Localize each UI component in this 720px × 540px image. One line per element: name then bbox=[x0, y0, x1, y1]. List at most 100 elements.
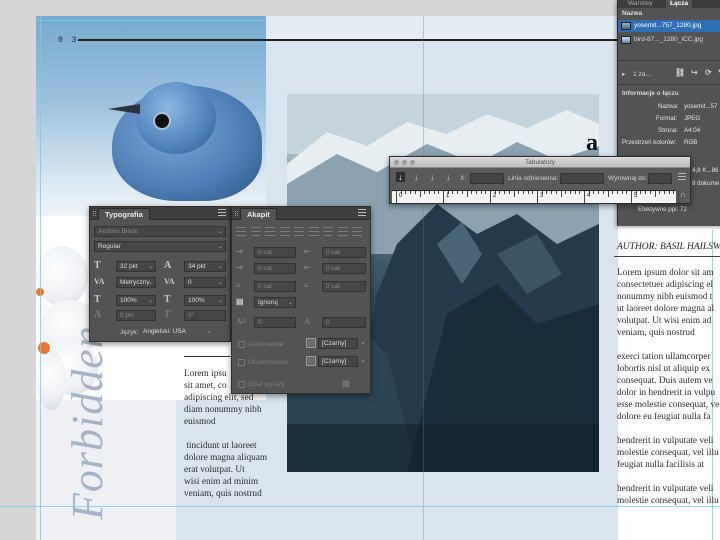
text-line: molestie consequat, vel illu bbox=[617, 448, 719, 458]
chevron-down-icon[interactable]: ⌄ bbox=[218, 243, 223, 251]
hyphenate-checkbox[interactable] bbox=[238, 381, 245, 388]
disclosure-icon[interactable]: ▸ bbox=[622, 71, 625, 78]
character-panel[interactable]: Typografia Archivo Black ⌄ Regular ⌄ T 32 … bbox=[89, 206, 231, 342]
relink-icon[interactable]: ⛓ bbox=[675, 68, 685, 78]
bird-head bbox=[136, 82, 216, 154]
guide-horizontal[interactable] bbox=[36, 20, 266, 21]
drop-letter[interactable]: a bbox=[586, 130, 598, 157]
horizontal-scale-field[interactable]: 100% ⌄ bbox=[184, 295, 226, 306]
author-line[interactable]: AUTHOR: BASIL HAILSWA bbox=[617, 242, 720, 252]
text-line: wisi enim ad minim bbox=[184, 477, 259, 487]
chevron-down-icon[interactable]: ⌄ bbox=[148, 279, 153, 287]
guide-horizontal[interactable] bbox=[0, 506, 720, 507]
paragraph-align-button[interactable] bbox=[352, 227, 362, 236]
vertical-scale-field[interactable]: 100% ⌄ bbox=[116, 295, 156, 306]
first-line-indent-field[interactable]: 0 cal bbox=[254, 263, 296, 274]
drop-cap-chars-field[interactable]: 0 bbox=[322, 317, 366, 328]
chevron-down-icon[interactable]: ⌄ bbox=[207, 328, 212, 337]
paragraph-align-button[interactable] bbox=[323, 227, 333, 236]
chevron-down-icon[interactable]: ⌄ bbox=[218, 279, 223, 287]
goto-link-icon[interactable]: ↪ bbox=[691, 68, 698, 78]
link-row-selected[interactable]: yosemit...757_1280.jpg bbox=[618, 20, 720, 32]
center-tab-icon[interactable]: ↓ bbox=[414, 172, 419, 182]
paragraph-panel[interactable]: Akapit ⇥ 0 cal ⇤ 0 cal ⇥ 0 cal ⇤ 0 cal ≡… bbox=[231, 206, 371, 394]
chevron-down-icon[interactable]: ⌄ bbox=[288, 299, 293, 307]
grip-icon[interactable] bbox=[93, 211, 96, 216]
chevron-down-icon[interactable]: ⌄ bbox=[360, 338, 368, 346]
skew-field[interactable]: 0° bbox=[184, 310, 226, 321]
paragraph-align-button[interactable] bbox=[308, 227, 319, 236]
align-on-field[interactable] bbox=[648, 173, 672, 184]
panel-menu-icon[interactable] bbox=[678, 173, 686, 180]
font-size-field[interactable]: 32 pkt ⌄ bbox=[116, 261, 156, 272]
panel-menu-icon[interactable] bbox=[218, 209, 226, 216]
font-family-field[interactable]: Archivo Black ⌄ bbox=[94, 226, 226, 237]
paragraph-align-button[interactable] bbox=[279, 227, 290, 236]
skew-icon: T bbox=[164, 309, 171, 320]
vertical-title[interactable]: Forbidden bbox=[62, 325, 113, 520]
left-tab-icon[interactable]: ↓ bbox=[396, 172, 405, 182]
leader-field[interactable] bbox=[560, 173, 604, 184]
font-style-field[interactable]: Regular ⌄ bbox=[94, 241, 226, 252]
link-filename: bird-87..._1280_ICC.jpg bbox=[634, 36, 704, 43]
tab-ruler[interactable]: 0 1 2 3 4 5 bbox=[392, 190, 679, 203]
link-row[interactable]: bird-87..._1280_ICC.jpg bbox=[618, 34, 720, 46]
guide-vertical[interactable] bbox=[423, 16, 424, 540]
tab-character[interactable]: Typografia bbox=[98, 208, 150, 220]
last-line-indent-field[interactable]: 0 cal bbox=[322, 263, 366, 274]
tab-paragraph[interactable]: Akapit bbox=[240, 208, 277, 220]
links-column-header[interactable]: Nazwa bbox=[622, 10, 642, 17]
chevron-down-icon[interactable]: ⌄ bbox=[218, 228, 223, 236]
border-color-icon[interactable] bbox=[306, 356, 316, 366]
guide-vertical[interactable] bbox=[40, 16, 41, 540]
right-tab-icon[interactable]: ↓ bbox=[430, 172, 435, 182]
magnet-icon[interactable]: ∩ bbox=[680, 190, 686, 200]
right-text-frame[interactable]: Lorem ipsum dolor sit am consectetuer adi… bbox=[617, 267, 720, 507]
border-swatch-select[interactable]: [Czarny] bbox=[318, 356, 358, 367]
ruler-tick bbox=[607, 191, 609, 197]
drop-cap-lines-field[interactable]: 0 bbox=[254, 317, 296, 328]
font-family-value: Archivo Black bbox=[98, 228, 138, 235]
chevron-down-icon[interactable]: ⌄ bbox=[218, 263, 223, 271]
close-window-button[interactable] bbox=[394, 160, 399, 165]
baseline-shift-field[interactable]: 0 pkt bbox=[116, 310, 156, 321]
ruler-tick bbox=[490, 191, 491, 203]
paragraph-align-button[interactable] bbox=[265, 227, 275, 236]
leading-field[interactable]: 34 pkt ⌄ bbox=[184, 261, 226, 272]
chevron-down-icon[interactable]: ⌄ bbox=[360, 356, 368, 364]
left-indent-field[interactable]: 0 cal bbox=[254, 247, 296, 258]
update-link-icon[interactable]: ⟳ bbox=[705, 68, 712, 78]
space-before-field[interactable]: 0 cal bbox=[254, 281, 296, 292]
space-after-field[interactable]: 0 cal bbox=[322, 281, 366, 292]
shading-checkbox[interactable] bbox=[238, 341, 245, 348]
right-indent-field[interactable]: 0 cal bbox=[322, 247, 366, 258]
tracking-field[interactable]: 0 ⌄ bbox=[184, 277, 226, 288]
tabulators-titlebar[interactable]: Tabulatory bbox=[390, 157, 690, 168]
minimize-window-button[interactable] bbox=[402, 160, 407, 165]
link-count-row[interactable]: ▸ 1 za... bbox=[622, 70, 651, 78]
shading-swatch-select[interactable]: [Czarny] bbox=[318, 338, 358, 349]
grip-icon[interactable] bbox=[235, 211, 238, 216]
chevron-down-icon[interactable]: ⌄ bbox=[148, 263, 153, 271]
zoom-window-button[interactable] bbox=[410, 160, 415, 165]
tabulators-panel[interactable]: Tabulatory ↓ ↓ ↓ ↓ X: Linia odniesienia:… bbox=[389, 156, 691, 204]
paragraph-align-button[interactable] bbox=[250, 227, 261, 236]
tab-layers[interactable]: Warstwy bbox=[624, 0, 657, 8]
link-info-header[interactable]: Informacje o łączu bbox=[622, 90, 679, 97]
x-position-field[interactable] bbox=[470, 173, 504, 184]
language-select[interactable]: Angielski: USA ⌄ bbox=[140, 327, 214, 338]
decimal-tab-icon[interactable]: ↓ bbox=[446, 172, 451, 182]
ruler-number: 2 bbox=[493, 193, 497, 199]
shading-color-icon[interactable] bbox=[306, 338, 316, 348]
paragraph-align-button[interactable] bbox=[294, 227, 304, 236]
tab-links[interactable]: Łącza bbox=[666, 0, 693, 8]
paragraph-align-button[interactable] bbox=[236, 227, 246, 236]
chevron-down-icon[interactable]: ⌄ bbox=[218, 297, 223, 305]
paragraph-align-button[interactable] bbox=[337, 227, 348, 236]
columns-icon[interactable]: ▥ bbox=[342, 379, 350, 389]
chevron-down-icon[interactable]: ⌄ bbox=[148, 297, 153, 305]
panel-menu-icon[interactable] bbox=[358, 209, 366, 216]
align-to-grid-select[interactable]: Ignoruj ⌄ bbox=[254, 297, 296, 308]
kerning-field[interactable]: Metryczny ⌄ bbox=[116, 277, 156, 288]
border-checkbox[interactable] bbox=[238, 359, 245, 366]
